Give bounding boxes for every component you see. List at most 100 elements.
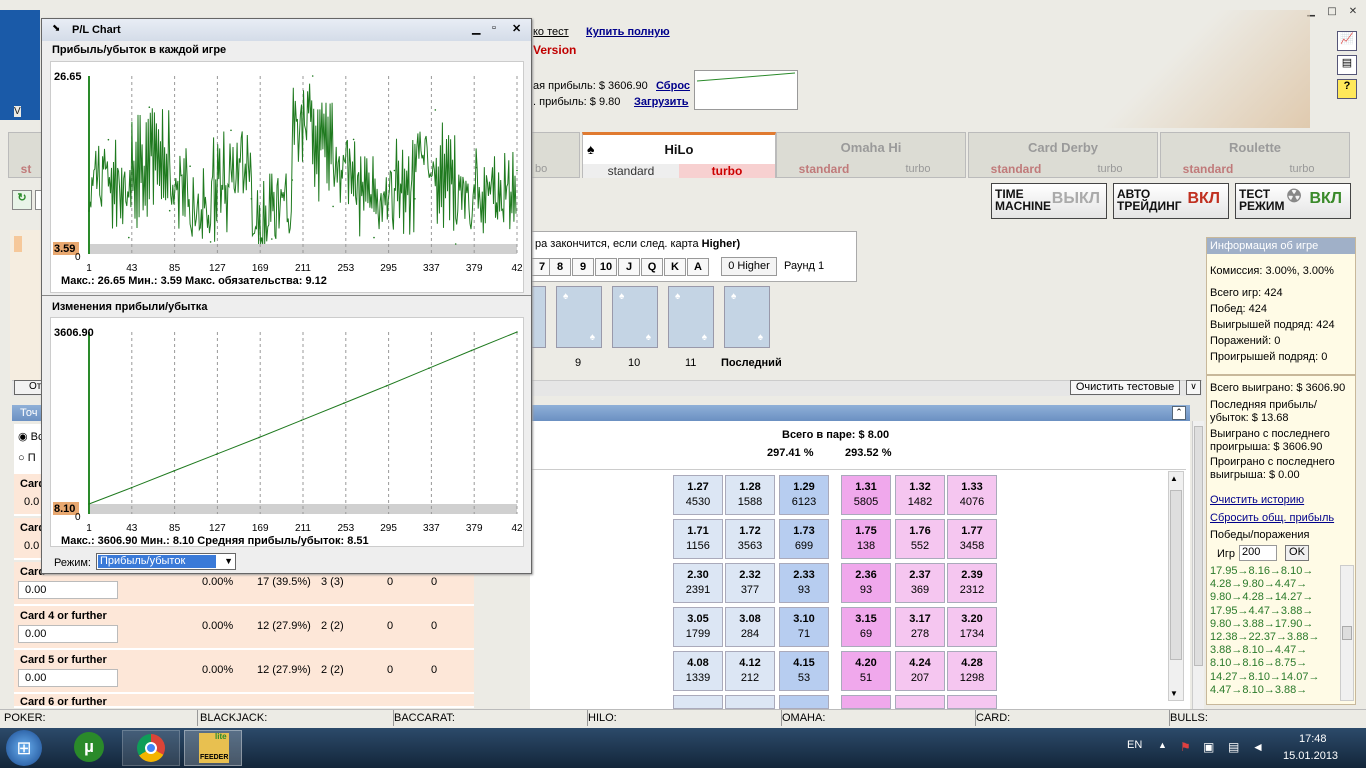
buy-full-link[interactable]: Купить полную — [586, 26, 670, 38]
card-key-q[interactable]: Q — [641, 258, 663, 276]
test-mode-button[interactable]: ТЕСТ РЕЖИМ ☢ ВКЛ — [1235, 183, 1351, 219]
chrome-taskbar-button[interactable] — [122, 730, 180, 766]
odds-cell[interactable]: 1.75 138 — [841, 519, 891, 559]
tray-arrow-icon[interactable]: ▲ — [1158, 740, 1167, 750]
tab-roulette[interactable]: Roulette standard turbo — [1160, 132, 1350, 178]
card-key-9[interactable]: 9 — [572, 258, 594, 276]
odds-cell[interactable]: 3.10 71 — [779, 607, 829, 647]
tab-hilo-turbo[interactable]: turbo — [679, 164, 775, 178]
odds-cell[interactable] — [673, 695, 723, 709]
odds-cell[interactable]: 1.76 552 — [895, 519, 945, 559]
games-input[interactable]: 200 — [1239, 545, 1277, 561]
odds-cell[interactable]: 1.28 1588 — [725, 475, 775, 515]
odds-scrollbar[interactable]: ▲ ▼ — [1168, 471, 1184, 701]
tab-hilo[interactable]: ♠ HiLo standard turbo — [582, 132, 776, 178]
odds-cell[interactable]: 1.27 4530 — [673, 475, 723, 515]
odds-cell[interactable] — [841, 695, 891, 709]
odds-cell[interactable]: 4.24 207 — [895, 651, 945, 691]
odds-cell[interactable]: 1.31 5805 — [841, 475, 891, 515]
clock-time[interactable]: 17:48 — [1299, 733, 1327, 745]
collapse-icon[interactable]: ∨ — [1186, 380, 1201, 395]
tab-partial[interactable]: bo — [530, 132, 580, 178]
start-button[interactable]: ⊞ — [6, 730, 42, 766]
test-link[interactable]: ко тест — [533, 26, 569, 38]
odds-cell[interactable]: 4.15 53 — [779, 651, 829, 691]
odds-cell[interactable]: 4.20 51 — [841, 651, 891, 691]
odds-cell[interactable]: 2.33 93 — [779, 563, 829, 603]
x-tick-label: 1 — [86, 523, 92, 534]
pl-titlebar[interactable]: ⬊ P/L Chart ▁ ▫ ✕ — [42, 19, 531, 41]
utorrent-icon[interactable]: µ — [74, 732, 104, 762]
clear-test-button[interactable]: Очистить тестовые — [1070, 380, 1180, 395]
card-key-j[interactable]: J — [618, 258, 640, 276]
document-icon[interactable]: ▤ — [1337, 55, 1357, 75]
clock-date[interactable]: 15.01.2013 — [1283, 750, 1338, 762]
maximize-button[interactable]: □ — [1325, 6, 1339, 18]
ok-button[interactable]: OK — [1285, 545, 1309, 561]
odds-cell[interactable] — [947, 695, 997, 709]
odds-cell[interactable]: 3.20 1734 — [947, 607, 997, 647]
outer-scrollbar[interactable] — [1192, 421, 1204, 711]
odds-cell[interactable]: 1.29 6123 — [779, 475, 829, 515]
reset-profit-link[interactable]: Сбросить общ. прибыль — [1210, 512, 1334, 524]
radio-p[interactable]: ○ П — [18, 452, 36, 464]
odds-cell[interactable]: 3.08 284 — [725, 607, 775, 647]
tab-hilo-standard[interactable]: standard — [583, 164, 679, 178]
higher-button[interactable]: 0 Higher — [721, 257, 777, 276]
card-key-a[interactable]: A — [687, 258, 709, 276]
expand-icon[interactable]: ⌃ — [1172, 406, 1186, 420]
odds-cell[interactable]: 2.39 2312 — [947, 563, 997, 603]
language-indicator[interactable]: EN — [1127, 739, 1142, 751]
odds-cell[interactable]: 4.28 1298 — [947, 651, 997, 691]
odds-cell[interactable] — [779, 695, 829, 709]
time-machine-button[interactable]: TIME MACHINE ВЫКЛ — [991, 183, 1107, 219]
odds-cell[interactable]: 4.12 212 — [725, 651, 775, 691]
radio-all[interactable]: ◉ Вс — [18, 430, 44, 443]
odds-cell[interactable]: 3.15 69 — [841, 607, 891, 647]
odds-cell[interactable]: 2.32 377 — [725, 563, 775, 603]
odds-cell[interactable]: 1.33 4076 — [947, 475, 997, 515]
chart-icon[interactable]: 📈 — [1337, 31, 1357, 51]
history-scrollbar[interactable] — [1340, 565, 1354, 701]
odds-cell[interactable]: 1.71 1156 — [673, 519, 723, 559]
tray-flag-icon[interactable]: ⚑ — [1180, 740, 1191, 754]
odds-cell[interactable]: 4.08 1339 — [673, 651, 723, 691]
tray-volume-icon[interactable]: ◄ — [1252, 740, 1264, 754]
odds-cell[interactable] — [725, 695, 775, 709]
tray-device-icon[interactable]: ▣ — [1203, 740, 1214, 754]
load-link[interactable]: Загрузить — [634, 96, 689, 108]
reset-link[interactable]: Сброс — [656, 80, 690, 92]
card-key-10[interactable]: 10 — [595, 258, 617, 276]
odds-cell[interactable]: 2.30 2391 — [673, 563, 723, 603]
close-button[interactable]: ✕ — [1346, 6, 1360, 18]
card-key-8[interactable]: 8 — [549, 258, 571, 276]
odds-cell[interactable]: 1.32 1482 — [895, 475, 945, 515]
value-input[interactable]: 0.00 — [18, 581, 118, 599]
odds-cell[interactable]: 3.17 278 — [895, 607, 945, 647]
value-input[interactable]: 0.00 — [18, 625, 118, 643]
ot-button[interactable]: От — [14, 380, 44, 395]
odds-cell[interactable] — [895, 695, 945, 709]
value-input[interactable]: 0.00 — [18, 669, 118, 687]
odds-cell[interactable]: 1.72 3563 — [725, 519, 775, 559]
tab-omaha[interactable]: Omaha Hi standard turbo — [776, 132, 966, 178]
odds-cell[interactable]: 3.05 1799 — [673, 607, 723, 647]
odds-cell[interactable]: 1.77 3458 — [947, 519, 997, 559]
odds-cell[interactable]: 1.73 699 — [779, 519, 829, 559]
tab-card-derby[interactable]: Card Derby standard turbo — [968, 132, 1158, 178]
help-icon[interactable]: ? — [1337, 79, 1357, 99]
pl-maximize-button[interactable]: ▫ — [492, 22, 496, 34]
tray-network-icon[interactable]: ▤ — [1228, 740, 1239, 754]
feeder-taskbar-button[interactable]: lite FEEDER — [184, 730, 242, 766]
clear-history-link[interactable]: Очистить историю — [1210, 494, 1304, 506]
pl-minimize-button[interactable]: ▁ — [472, 22, 480, 35]
tab-left[interactable]: st — [8, 132, 44, 178]
info-panel-2: Всего выиграно: $ 3606.90 Последняя приб… — [1206, 375, 1356, 705]
refresh-icon[interactable]: ↻ — [12, 190, 32, 210]
pl-close-button[interactable]: ✕ — [512, 22, 521, 35]
card-key-k[interactable]: K — [664, 258, 686, 276]
odds-cell[interactable]: 2.36 93 — [841, 563, 891, 603]
auto-trading-button[interactable]: АВТО ТРЕЙДИНГ ВКЛ — [1113, 183, 1229, 219]
odds-cell[interactable]: 2.37 369 — [895, 563, 945, 603]
mode-select[interactable]: Прибыль/убыток ▼ — [96, 553, 236, 570]
